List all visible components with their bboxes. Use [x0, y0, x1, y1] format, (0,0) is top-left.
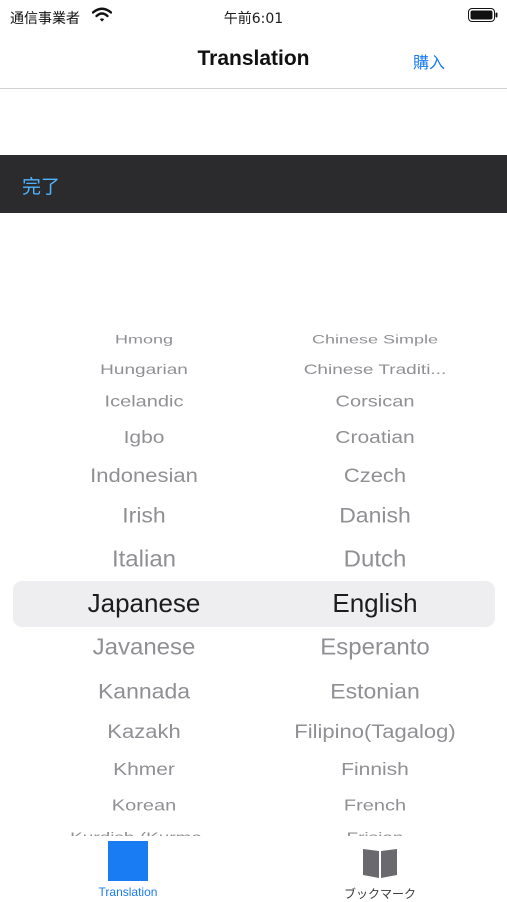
tab-bookmark[interactable]: ブックマーク	[310, 838, 450, 901]
status-time: 午前6:01	[223, 11, 284, 27]
target-language-wheel[interactable]: Chichewa Chinese Simple Chinese Traditi...…	[250, 320, 500, 840]
right-language-option[interactable]: Czech	[250, 465, 500, 488]
source-language-wheel[interactable]: Hindi Hmong Hungarian Icelandic Igbo Indonesi…	[19, 320, 269, 840]
right-language-option[interactable]: Finnish	[250, 760, 500, 781]
left-language-option[interactable]: Hmong	[19, 333, 269, 348]
left-language-option[interactable]: Kannada	[19, 679, 269, 704]
left-language-option[interactable]: Icelandic	[19, 393, 269, 412]
left-language-option[interactable]: Korean	[19, 797, 269, 816]
left-language-option[interactable]: Irish	[19, 503, 269, 528]
left-language-option[interactable]: Hindi	[19, 320, 269, 322]
right-language-option[interactable]: Dutch	[250, 546, 500, 574]
navigation-bar: Translation 購入	[0, 34, 507, 89]
square-icon	[108, 841, 148, 881]
left-language-option[interactable]: Javanese	[19, 634, 269, 662]
right-language-option[interactable]: Danish	[250, 503, 500, 528]
right-language-option[interactable]: Filipino(Tagalog)	[250, 721, 500, 744]
right-language-option[interactable]: Croatian	[250, 428, 500, 449]
status-bar: 通信事業者 午前6:01	[0, 0, 507, 34]
tab-translation[interactable]: Translation	[58, 838, 198, 899]
left-language-option[interactable]: Igbo	[19, 428, 269, 449]
left-language-option[interactable]: Kazakh	[19, 721, 269, 744]
right-language-option[interactable]: Chichewa	[250, 320, 500, 322]
right-language-option[interactable]: Chinese Traditi...	[250, 362, 500, 379]
left-language-option[interactable]: Khmer	[19, 760, 269, 781]
right-language-option[interactable]: Esperanto	[250, 634, 500, 662]
right-language-option[interactable]: French	[250, 797, 500, 816]
picker-toolbar: 完了	[0, 155, 507, 213]
left-language-option[interactable]: Italian	[19, 546, 269, 574]
battery-icon	[468, 8, 498, 22]
done-button[interactable]: 完了	[22, 172, 60, 199]
right-language-option[interactable]: Estonian	[250, 679, 500, 704]
right-language-option[interactable]: Corsican	[250, 393, 500, 412]
tab-bookmark-label: ブックマーク	[343, 887, 416, 901]
language-picker[interactable]: Hindi Hmong Hungarian Icelandic Igbo Indonesi…	[0, 320, 507, 840]
tab-translation-label: Translation	[98, 885, 158, 899]
buy-button[interactable]: 購入	[413, 49, 445, 73]
tab-bar: Translation ブックマーク	[0, 836, 507, 901]
right-selected-language[interactable]: English	[250, 588, 500, 619]
right-language-option[interactable]: Chinese Simple	[250, 333, 500, 348]
left-language-option[interactable]: Indonesian	[19, 465, 269, 488]
left-selected-language[interactable]: Japanese	[19, 588, 269, 619]
left-language-option[interactable]: Hungarian	[19, 362, 269, 379]
book-icon	[360, 841, 400, 881]
